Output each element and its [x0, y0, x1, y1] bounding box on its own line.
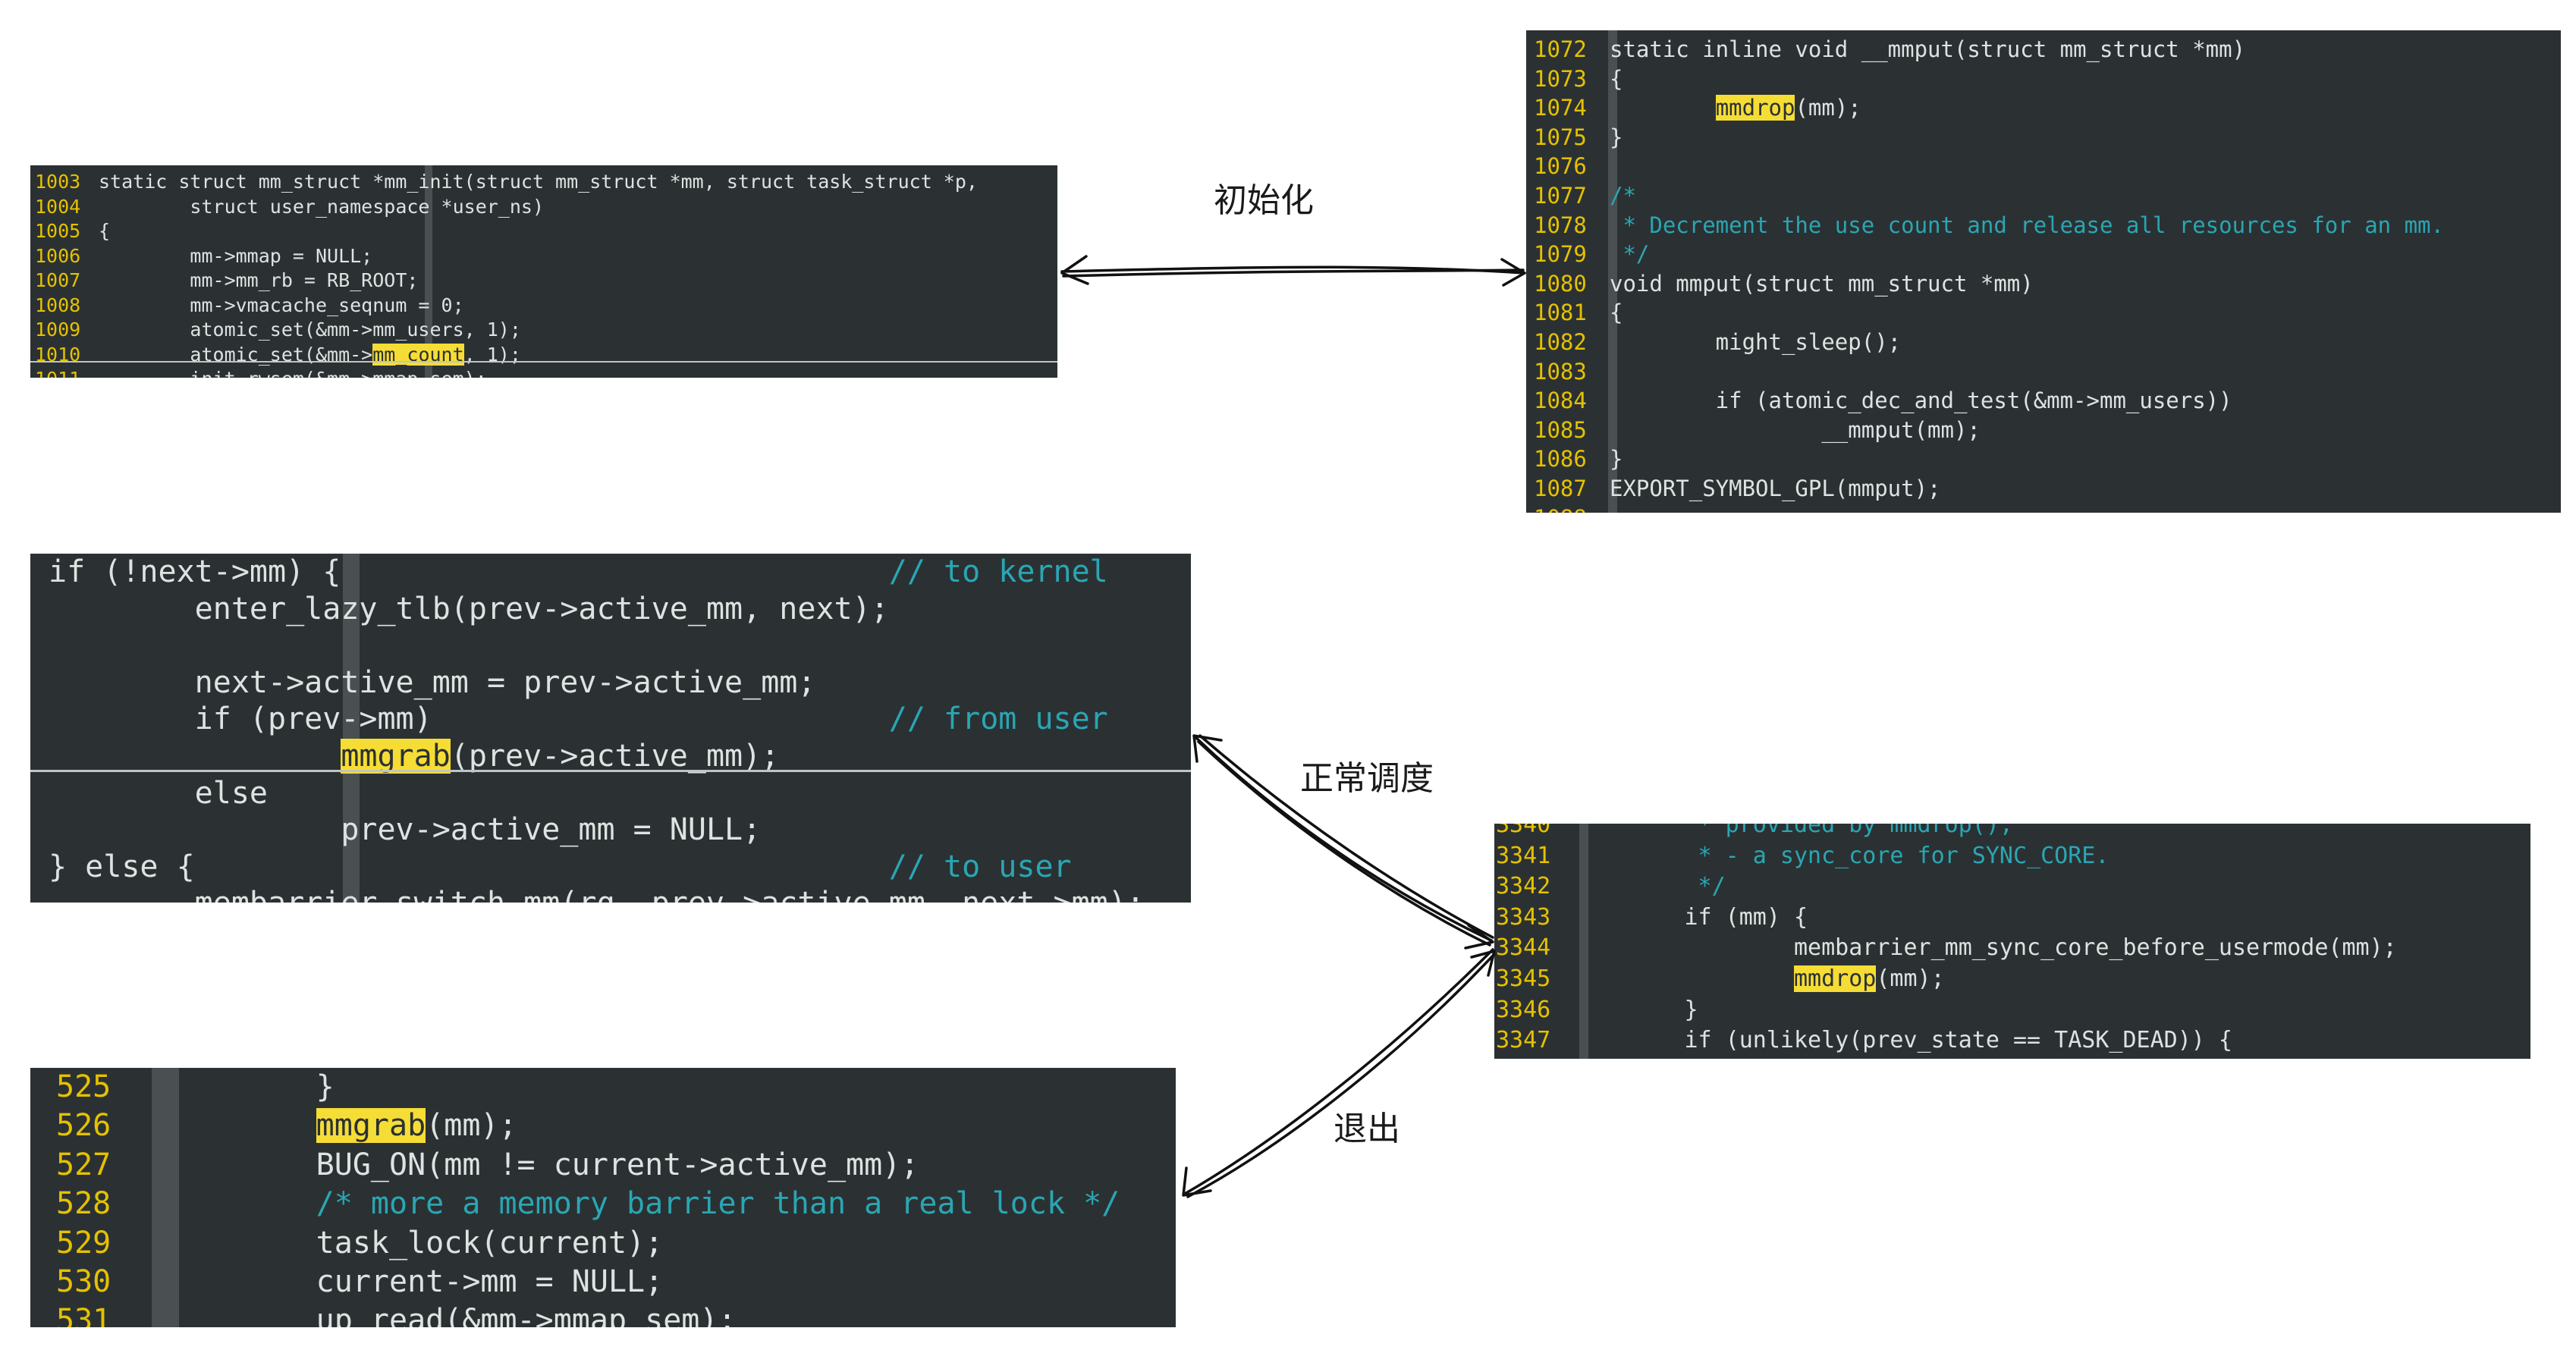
arrows-layer	[1060, 255, 1526, 1198]
arrow-exit	[1183, 948, 1494, 1195]
arrowhead-exit-top	[1470, 950, 1496, 977]
